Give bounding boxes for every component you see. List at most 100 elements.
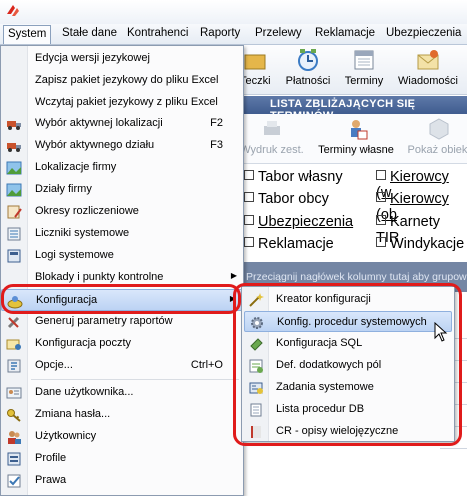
- cube-icon: [429, 118, 449, 140]
- highlight-submenu: [233, 283, 462, 446]
- menu-item-uzytkownicy[interactable]: Użytkownicy: [1, 426, 243, 448]
- users-icon: [8, 431, 21, 444]
- toolbar-teczki-label: Teczki: [240, 75, 271, 87]
- menu-item-shortcut: F2: [210, 117, 223, 129]
- checkbox-tabor-obcy[interactable]: Tabor obcy: [244, 191, 329, 207]
- menu-raporty[interactable]: Raporty: [200, 27, 240, 39]
- rights-icon: [7, 474, 21, 488]
- menu-bar: System Stałe dane Kontrahenci Raporty Pr…: [0, 24, 467, 45]
- envelope-icon: [417, 50, 439, 70]
- menu-item-label: Okresy rozliczeniowe: [35, 205, 139, 217]
- menu-item-label: Edycja wersji jezykowej: [35, 52, 150, 64]
- menu-system[interactable]: System: [3, 25, 52, 44]
- menu-item-wybor-lokalizacji[interactable]: Wybór aktywnej lokalizacji F2: [1, 113, 243, 135]
- menu-przelewy[interactable]: Przelewy: [255, 27, 302, 39]
- toolbar-platnosci[interactable]: Płatności: [284, 47, 332, 87]
- user-card-icon: [6, 387, 22, 399]
- toolbar-platnosci-label: Płatności: [285, 75, 331, 87]
- menu-item-konfiguracja-poczty[interactable]: Konfiguracja poczty: [1, 333, 243, 355]
- submenu-arrow-icon: ▶: [230, 271, 237, 280]
- menu-item-dane-uzytkownika[interactable]: Dane użytkownika...: [1, 382, 243, 404]
- group-by-hint-text: Przeciągnij nagłówek kolumny tutaj aby g…: [246, 271, 467, 283]
- truck-icon: [7, 143, 21, 152]
- print-button-label: Wydruk zest.: [240, 144, 304, 156]
- menu-item-wybor-dzialu[interactable]: Wybór aktywnego działu F3: [1, 135, 243, 157]
- key-icon: [7, 409, 21, 422]
- print-button[interactable]: Wydruk zest.: [240, 116, 304, 156]
- menu-item-shortcut: Ctrl+O: [190, 359, 223, 371]
- menu-item-shortcut: F3: [210, 139, 223, 151]
- menu-item-prawa[interactable]: Prawa: [1, 470, 243, 492]
- landscape-icon: [6, 161, 22, 175]
- menu-separator: [31, 379, 239, 380]
- menu-item-label: Użytkownicy: [35, 430, 97, 442]
- menu-item-label: Blokady i punkty kontrolne: [35, 271, 164, 283]
- calendar-icon: [354, 50, 374, 70]
- counter-icon: [7, 227, 21, 241]
- person-calendar-icon: [351, 120, 368, 140]
- checkbox-windykacje[interactable]: Windykacje: [376, 236, 464, 252]
- menu-item-logi-systemowe[interactable]: Logi systemowe: [1, 245, 243, 267]
- mouse-cursor-icon: [434, 322, 448, 342]
- menu-item-label: Opcje...: [35, 359, 73, 371]
- show-object-button[interactable]: Pokaż obiekt: [404, 116, 467, 156]
- menu-reklamacje[interactable]: Reklamacje: [315, 27, 375, 39]
- menu-item-label: Liczniki systemowe: [35, 227, 130, 239]
- menu-item-lokalizacje-firmy[interactable]: Lokalizacje firmy: [1, 157, 243, 179]
- own-terms-label: Terminy własne: [318, 144, 394, 156]
- menu-item-label: Wczytaj pakiet jezykowy z pliku Excel: [35, 96, 218, 108]
- clock-icon: [298, 49, 318, 71]
- menu-item-okresy-rozliczeniowe[interactable]: Okresy rozliczeniowe: [1, 201, 243, 223]
- checkbox-tabor-wlasny[interactable]: Tabor własny: [244, 169, 343, 185]
- main-toolbar: Teczki Płatności Terminy Wiadomości: [240, 45, 467, 95]
- printer-icon: [264, 121, 280, 135]
- menu-item-label: Zapisz pakiet jezykowy do pliku Excel: [35, 74, 219, 86]
- mail-config-icon: [6, 339, 21, 350]
- menu-item-dzialy-firmy[interactable]: Działy firmy: [1, 179, 243, 201]
- menu-ubezpieczenia[interactable]: Ubezpieczenia: [386, 27, 461, 39]
- toolbar-wiadomosci[interactable]: Wiadomości: [396, 47, 460, 87]
- tools-icon: [7, 316, 20, 329]
- truck-icon: [7, 121, 21, 130]
- menu-item-wczytaj-pakiet[interactable]: Wczytaj pakiet jezykowy z pliku Excel: [1, 92, 243, 114]
- panel-title-bar: LISTA ZBLIŻAJĄCYCH SIĘ TERMINÓW: [240, 96, 467, 122]
- app-logo-icon: [7, 5, 19, 16]
- highlight-konfiguracja: [1, 284, 241, 314]
- menu-item-label: Profile: [35, 452, 67, 464]
- show-object-label: Pokaż obiekt: [407, 144, 467, 156]
- options-icon: [7, 359, 21, 373]
- profile-icon: [7, 452, 21, 466]
- panel-toolbar: Wydruk zest. Terminy własne Pokaż obiekt: [240, 114, 467, 164]
- checkbox-reklamacje[interactable]: Reklamacje: [244, 236, 334, 252]
- menu-item-label: Prawa: [35, 474, 67, 486]
- landscape-icon: [6, 183, 22, 197]
- folder-icon: [244, 54, 266, 70]
- menu-item-label: Logi systemowe: [35, 249, 114, 261]
- menu-item-label: Dane użytkownika...: [35, 386, 134, 398]
- menu-item-label: Konfiguracja poczty: [35, 337, 131, 349]
- menu-item-generuj-parametry[interactable]: Generuj parametry raportów: [1, 311, 243, 333]
- toolbar-wiadomosci-label: Wiadomości: [398, 75, 458, 87]
- title-bar: [0, 0, 467, 24]
- menu-stale-dane[interactable]: Stałe dane: [62, 27, 117, 39]
- calendar-edit-icon: [7, 205, 22, 219]
- menu-item-label: Działy firmy: [35, 183, 92, 195]
- menu-item-zapisz-pakiet[interactable]: Zapisz pakiet jezykowy do pliku Excel: [1, 70, 243, 92]
- toolbar-terminy-label: Terminy: [344, 75, 384, 87]
- log-icon: [7, 249, 21, 263]
- menu-item-opcje[interactable]: Opcje... Ctrl+O: [1, 355, 243, 377]
- menu-item-edycja-wersji[interactable]: Edycja wersji jezykowej: [1, 48, 243, 70]
- menu-item-liczniki-systemowe[interactable]: Liczniki systemowe: [1, 223, 243, 245]
- menu-item-label: Zmiana hasła...: [35, 408, 111, 420]
- menu-item-label: Wybór aktywnego działu: [35, 139, 155, 151]
- toolbar-terminy[interactable]: Terminy: [342, 47, 386, 87]
- menu-item-zmiana-hasla[interactable]: Zmiana hasła...: [1, 404, 243, 426]
- menu-item-profile[interactable]: Profile: [1, 448, 243, 470]
- toolbar-teczki[interactable]: Teczki: [240, 47, 271, 87]
- filter-checkboxes: Tabor własny Tabor obcy Ubezpieczenia Re…: [240, 166, 467, 258]
- menu-item-label: Generuj parametry raportów: [35, 315, 173, 327]
- checkbox-ubezpieczenia[interactable]: Ubezpieczenia: [244, 214, 353, 230]
- menu-item-label: Wybór aktywnej lokalizacji: [35, 117, 163, 129]
- menu-kontrahenci[interactable]: Kontrahenci: [127, 27, 188, 39]
- own-terms-button[interactable]: Terminy własne: [316, 116, 396, 156]
